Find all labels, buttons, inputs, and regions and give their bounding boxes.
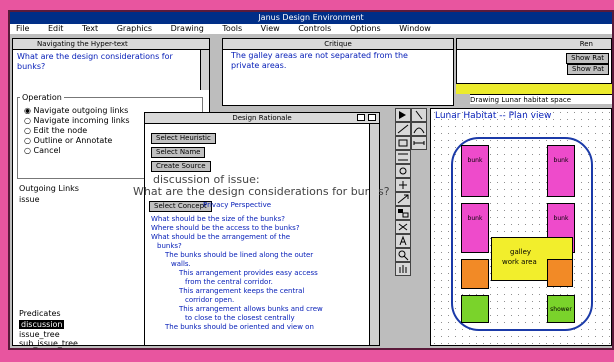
- rationale-line-1[interactable]: What should be the size of the bunks?: [151, 215, 363, 224]
- plan-title: Lunar Habitat -- Plan view: [435, 111, 552, 121]
- menu-drawing[interactable]: Drawing: [171, 24, 204, 33]
- text-tool-icon[interactable]: [395, 234, 411, 248]
- menu-file[interactable]: File: [16, 24, 29, 33]
- menu-bar: File Edit Text Graphics Drawing Tools Vi…: [10, 24, 612, 34]
- navigator-scrollbar[interactable]: [200, 50, 209, 90]
- menu-window[interactable]: Window: [399, 24, 431, 33]
- erase-tool-icon[interactable]: [395, 220, 411, 234]
- critique-title: Critique: [223, 39, 453, 50]
- rationale-line-6[interactable]: walls.: [151, 260, 363, 269]
- minimize-icon[interactable]: [357, 114, 365, 121]
- rationale-title: Design Rationale: [145, 113, 379, 124]
- catalog-bar: Drawing Lunar habitat space: [470, 94, 612, 104]
- create-source-button[interactable]: Create Source: [151, 161, 211, 172]
- predicate-issue-tree[interactable]: issue_tree: [19, 330, 60, 339]
- navigator-title: Navigating the Hyper-text: [13, 39, 209, 50]
- galley-label: galley: [510, 248, 532, 256]
- critique-pane: Critique The galley areas are not separa…: [222, 38, 454, 106]
- rationale-line-10[interactable]: corridor open.: [151, 296, 363, 305]
- line-tool-icon[interactable]: [395, 122, 411, 136]
- show-pat-button[interactable]: Show Pat: [566, 64, 609, 75]
- radio-outgoing-label: Navigate outgoing links: [33, 106, 129, 115]
- rationale-line-11[interactable]: This arrangement allows bunks and crew: [151, 305, 363, 314]
- bunk-left-bottom[interactable]: bunk: [461, 203, 489, 253]
- plan-view[interactable]: Lunar Habitat -- Plan view bunk bunk bun…: [430, 108, 612, 346]
- radio-annotate-label: Outline or Annotate: [33, 136, 113, 145]
- rationale-line-8[interactable]: from the central corridor.: [151, 278, 363, 287]
- rationale-line-13[interactable]: The bunks should be oriented and view on: [151, 323, 363, 332]
- rectangle-tool-icon[interactable]: [395, 136, 411, 150]
- catalog-strip: [456, 84, 612, 94]
- menu-text[interactable]: Text: [82, 24, 98, 33]
- work-area-label: work area: [502, 258, 537, 266]
- menu-graphics[interactable]: Graphics: [117, 24, 152, 33]
- measure-tool-icon[interactable]: [411, 136, 427, 150]
- outgoing-label: Outgoing Links: [19, 184, 79, 193]
- operation-label: Operation: [20, 93, 64, 102]
- predicate-discussion[interactable]: discussion: [19, 320, 65, 329]
- select-heuristic-button[interactable]: Select Heuristic: [151, 133, 216, 144]
- radio-incoming-label: Navigate incoming links: [33, 116, 130, 125]
- select-name-button[interactable]: Select Name: [151, 147, 206, 158]
- rationale-scrollbar[interactable]: [369, 124, 379, 345]
- outgoing-value[interactable]: issue: [19, 195, 40, 204]
- arrow-tool-icon[interactable]: [395, 108, 411, 122]
- zoom-tool-icon[interactable]: [395, 248, 411, 262]
- curve-tool-icon[interactable]: [411, 122, 427, 136]
- rationale-line-5[interactable]: The bunks should be lined along the oute…: [151, 251, 363, 260]
- radio-outgoing[interactable]: ◉ Navigate outgoing links: [24, 106, 128, 115]
- bunk-left-top[interactable]: bunk: [461, 145, 489, 197]
- rationale-line-4[interactable]: bunks?: [151, 242, 363, 251]
- rationale-buttons-pane: Ren Show Rat Show Pat: [456, 38, 612, 84]
- predicates-label: Predicates: [19, 309, 61, 318]
- rationale-line-2[interactable]: Where should be the access to the bunks?: [151, 224, 363, 233]
- radio-cancel-label: Cancel: [33, 146, 61, 155]
- menu-options[interactable]: Options: [350, 24, 381, 33]
- rationale-line-12[interactable]: to close to the closest centrally: [151, 314, 363, 323]
- window-title: Janus Design Environment: [10, 12, 612, 24]
- overlay-question-line: What are the design considerations for b…: [133, 185, 390, 198]
- group-tool-icon[interactable]: [395, 206, 411, 220]
- shower-left[interactable]: [461, 295, 489, 323]
- rationale-line-9[interactable]: This arrangement keeps the central: [151, 287, 363, 296]
- radio-cancel[interactable]: ○ Cancel: [24, 146, 61, 155]
- maximize-icon[interactable]: [368, 114, 376, 121]
- menu-tools[interactable]: Tools: [222, 24, 242, 33]
- predicate-sub-issue-tree[interactable]: sub_issue_tree: [19, 339, 78, 348]
- bunk-right-top[interactable]: bunk: [547, 145, 575, 197]
- menu-edit[interactable]: Edit: [48, 24, 64, 33]
- menu-controls[interactable]: Controls: [298, 24, 331, 33]
- design-rationale-window: Design Rationale Select Heuristic Select…: [133, 112, 390, 346]
- shower-right[interactable]: shower: [547, 295, 575, 323]
- storage-left[interactable]: [461, 259, 489, 289]
- rationale-line-7[interactable]: This arrangement provides easy access: [151, 269, 363, 278]
- rotate-tool-icon[interactable]: [395, 164, 411, 178]
- radio-annotate[interactable]: ○ Outline or Annotate: [24, 136, 112, 145]
- perspective-label: Privacy Perspective: [203, 201, 272, 209]
- show-rat-button[interactable]: Show Rat: [566, 53, 609, 64]
- hand-tool-icon[interactable]: [395, 262, 411, 276]
- menu-view[interactable]: View: [261, 24, 280, 33]
- navigator-question[interactable]: What are the design considerations for b…: [17, 52, 193, 72]
- wall-tool-icon[interactable]: [395, 150, 411, 164]
- radio-incoming[interactable]: ○ Navigate incoming links: [24, 116, 130, 125]
- rationale-text: What should be the size of the bunks? Wh…: [151, 215, 363, 332]
- radio-edit-label: Edit the node: [33, 126, 88, 135]
- radio-edit[interactable]: ○ Edit the node: [24, 126, 87, 135]
- storage-right[interactable]: [547, 259, 573, 287]
- critique-text: The galley areas are not separated from …: [231, 51, 408, 70]
- right-panel-title: Ren: [457, 39, 611, 50]
- rationale-line-3[interactable]: What should be the arrangement of the: [151, 233, 363, 242]
- select-tool-icon[interactable]: [411, 108, 427, 122]
